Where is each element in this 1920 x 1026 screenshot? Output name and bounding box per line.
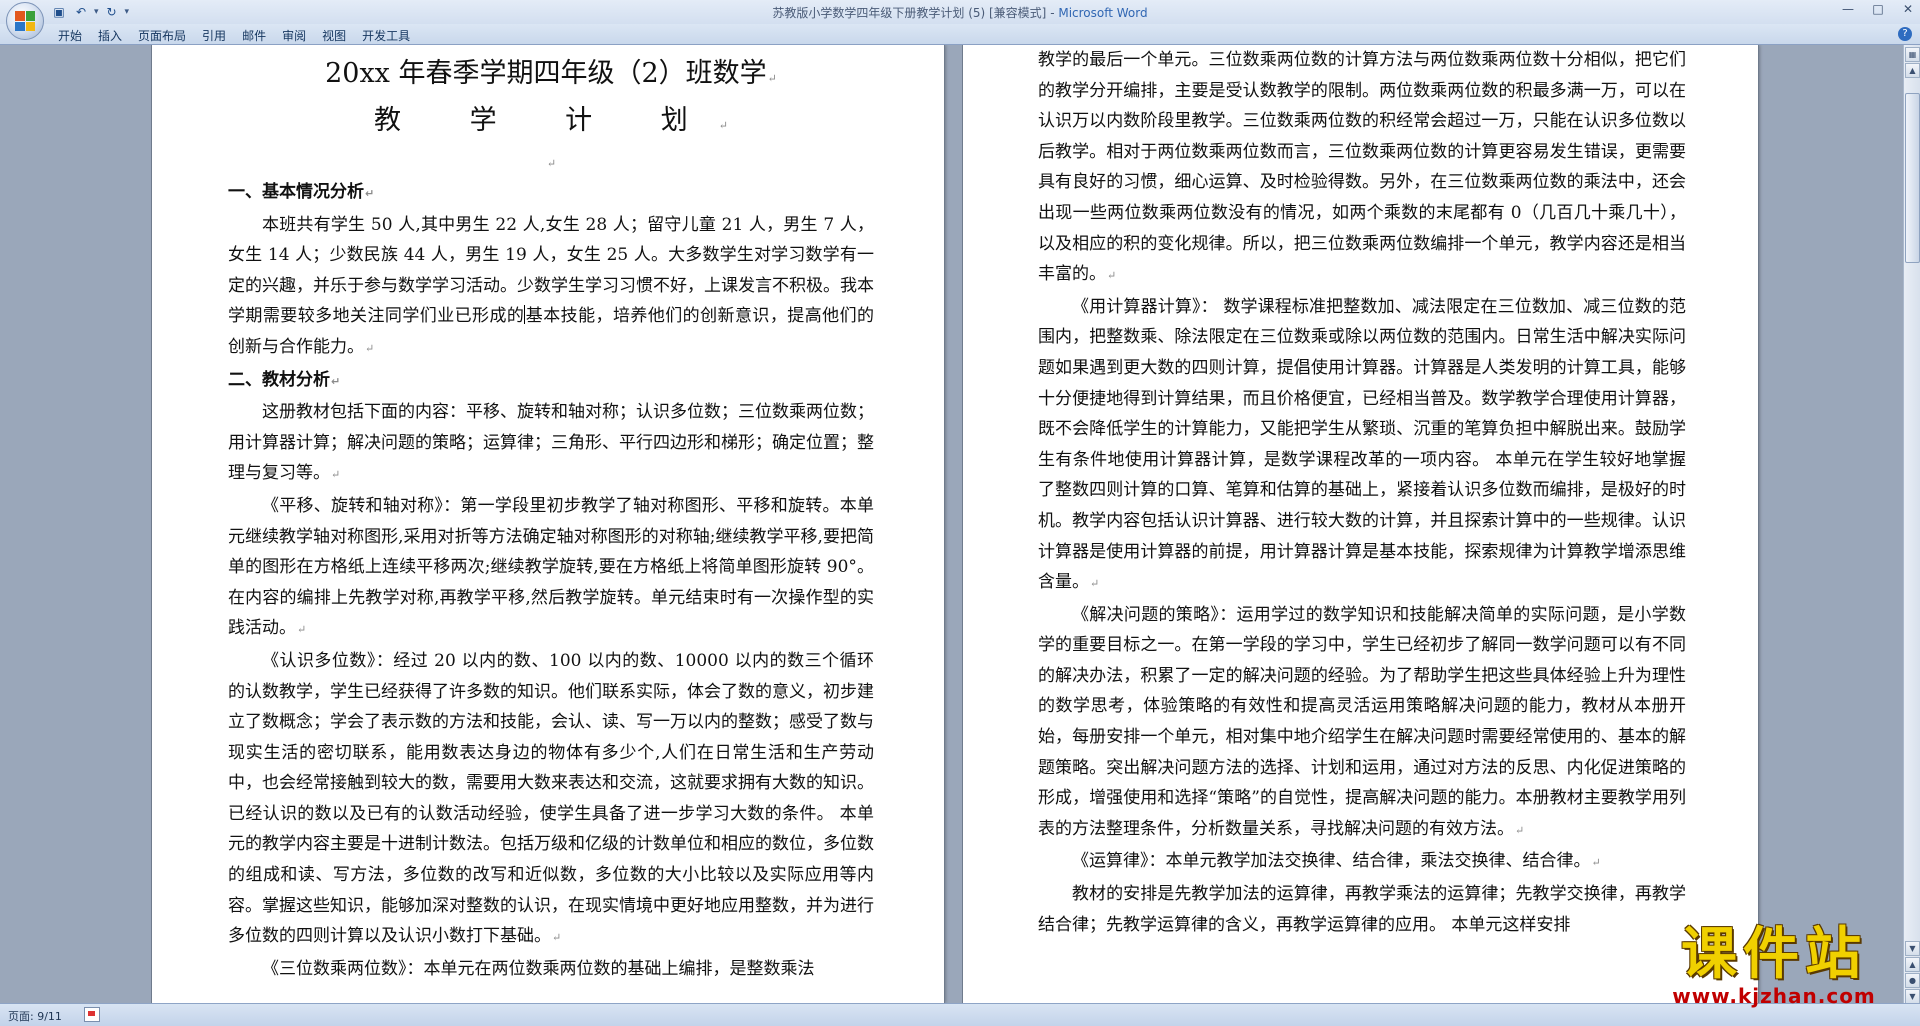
- office-button[interactable]: [6, 2, 44, 40]
- scroll-up-icon[interactable]: ▲: [1905, 63, 1920, 78]
- vertical-scrollbar[interactable]: ▦ ▲ ▼ ▲ ● ▼: [1903, 45, 1920, 1004]
- paragraph-calculator[interactable]: 《用计算器计算》： 数学课程标准把整数加、减法限定在三位数加、减三位数的范围内，…: [1038, 292, 1686, 600]
- proofing-icon[interactable]: [84, 1007, 100, 1022]
- paragraph-translation[interactable]: 《平移、旋转和轴对称》：第一学段里初步教学了轴对称图形、平移和旋转。本单元继续教…: [228, 491, 874, 646]
- window-controls: — □ ✕: [1840, 2, 1916, 16]
- tab-home[interactable]: 开始: [50, 27, 90, 44]
- scroll-down-icon[interactable]: ▼: [1905, 941, 1920, 956]
- tab-references[interactable]: 引用: [194, 27, 234, 44]
- tab-mailings[interactable]: 邮件: [234, 27, 274, 44]
- document-area[interactable]: 20xx 年春季学期四年级（2）班数学↵ 教 学 计 划↵ ↵ 一、基本情况分析…: [0, 45, 1903, 1003]
- watermark-url: www.kjzhan.com: [1672, 984, 1876, 1008]
- paragraph-basic-situation[interactable]: 本班共有学生 50 人,其中男生 22 人,女生 28 人；留守儿童 21 人，…: [228, 210, 874, 365]
- document-title: 20xx 年春季学期四年级（2）班数学↵: [325, 58, 777, 89]
- maximize-icon[interactable]: □: [1870, 2, 1886, 16]
- title-separator: -: [1046, 6, 1059, 20]
- ruler-toggle-icon[interactable]: ▦: [1905, 47, 1920, 62]
- close-icon[interactable]: ✕: [1900, 2, 1916, 16]
- document-subtitle: 教 学 计 划↵: [374, 105, 728, 136]
- next-page-icon[interactable]: ▼: [1905, 989, 1920, 1004]
- document-page-left[interactable]: 20xx 年春季学期四年级（2）班数学↵ 教 学 计 划↵ ↵ 一、基本情况分析…: [152, 45, 944, 1003]
- scroll-thumb[interactable]: [1905, 93, 1920, 263]
- paragraph-multiplication-start[interactable]: 《三位数乘两位数》：本单元在两位数乘两位数的基础上编排，是整数乘法: [228, 954, 874, 985]
- previous-page-icon[interactable]: ▲: [1905, 957, 1920, 972]
- page-counter[interactable]: 页面: 9/11: [8, 1008, 62, 1024]
- paragraph-operation-laws[interactable]: 《运算律》：本单元教学加法交换律、结合律，乘法交换律、结合律。↵: [1038, 846, 1686, 879]
- watermark-logo-text: 课件站: [1681, 922, 1867, 987]
- status-bar: 页面: 9/11: [0, 1003, 1920, 1026]
- window-title: 苏教版小学数学四年级下册教学计划 (5) [兼容模式] - Microsoft …: [0, 4, 1920, 21]
- minimize-icon[interactable]: —: [1840, 2, 1856, 16]
- ribbon-tabs: 开始 插入 页面布局 引用 邮件 审阅 视图 开发工具 ?: [0, 24, 1920, 45]
- site-watermark: 课件站 www.kjzhan.com: [1648, 922, 1900, 1008]
- paragraph-strategy[interactable]: 《解决问题的策略》：运用学过的数学知识和技能解决简单的实际问题，是小学数学的重要…: [1038, 600, 1686, 847]
- document-page-right[interactable]: 教学的最后一个单元。三位数乘两位数的计算方法与两位数乘两位数十分相似，把它们的教…: [963, 45, 1758, 1003]
- paragraph-multidigit[interactable]: 《认识多位数》：经过 20 以内的数、100 以内的数、10000 以内的数三个…: [228, 646, 874, 954]
- tab-view[interactable]: 视图: [314, 27, 354, 44]
- browse-object-icon[interactable]: ●: [1905, 973, 1920, 988]
- tab-developer[interactable]: 开发工具: [354, 27, 418, 44]
- tab-review[interactable]: 审阅: [274, 27, 314, 44]
- page-left-text[interactable]: 20xx 年春季学期四年级（2）班数学↵ 教 学 计 划↵ ↵ 一、基本情况分析…: [228, 53, 874, 984]
- section-heading-basic: 一、基本情况分析↵: [228, 182, 375, 202]
- document-name: 苏教版小学数学四年级下册教学计划 (5) [兼容模式]: [772, 6, 1047, 20]
- app-name: Microsoft Word: [1058, 6, 1148, 20]
- help-icon[interactable]: ?: [1898, 27, 1912, 41]
- tab-insert[interactable]: 插入: [90, 27, 130, 44]
- tab-page-layout[interactable]: 页面布局: [130, 27, 194, 44]
- empty-paragraph: ↵: [546, 157, 557, 170]
- title-bar: ▣ ↶ ▾ ↻ ▾ 苏教版小学数学四年级下册教学计划 (5) [兼容模式] - …: [0, 0, 1920, 40]
- paragraph-arrangement[interactable]: 教材的安排是先教学加法的运算律，再教学乘法的运算律；先教学交换律，再教学结合律；…: [1038, 879, 1686, 940]
- section-heading-textbook: 二、教材分析↵: [228, 369, 341, 390]
- page-right-text[interactable]: 教学的最后一个单元。三位数乘两位数的计算方法与两位数乘两位数十分相似，把它们的教…: [1038, 45, 1686, 940]
- paragraph-contents[interactable]: 这册教材包括下面的内容：平移、旋转和轴对称；认识多位数；三位数乘两位数；用计算器…: [228, 397, 874, 491]
- paragraph-multiplication-cont[interactable]: 教学的最后一个单元。三位数乘两位数的计算方法与两位数乘两位数十分相似，把它们的教…: [1038, 45, 1686, 292]
- office-logo-icon: [15, 11, 35, 31]
